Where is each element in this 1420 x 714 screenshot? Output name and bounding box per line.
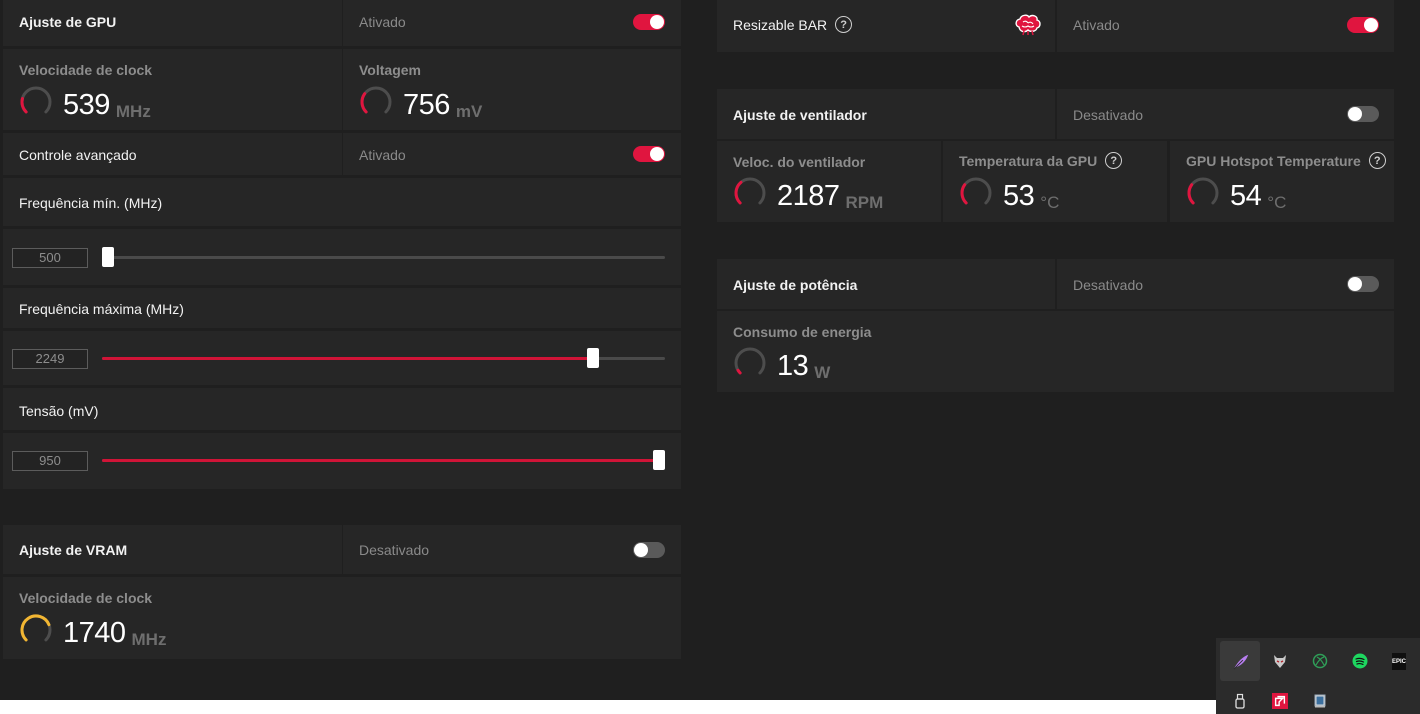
tray-item-feather[interactable] <box>1220 641 1260 681</box>
gpu-tuning-status: Ativado <box>359 14 406 30</box>
xbox-icon[interactable] <box>1312 653 1328 669</box>
vram-tuning-title: Ajuste de VRAM <box>19 542 128 558</box>
gpu-temp-value: 53 <box>1003 180 1035 212</box>
power-tuning-status: Desativado <box>1073 277 1144 293</box>
min-freq-label: Frequência mín. (MHz) <box>19 195 163 211</box>
power-tuning-title: Ajuste de potência <box>733 277 858 293</box>
hotspot-temp-value: 54 <box>1230 180 1262 212</box>
system-tray-overflow: EPIC <box>1216 638 1420 714</box>
fan-tuning-header: Ajuste de ventilador <box>717 89 1055 139</box>
max-freq-label: Frequência máxima (MHz) <box>19 301 184 317</box>
advanced-control-status: Ativado <box>359 147 406 163</box>
wolf-icon[interactable] <box>1272 653 1288 669</box>
power-tuning-toggle[interactable] <box>1347 276 1379 292</box>
vram-tuning-header: Ajuste de VRAM <box>3 525 342 574</box>
gpu-clock-label: Velocidade de clock <box>19 62 153 78</box>
min-freq-input[interactable]: 500 <box>12 248 88 268</box>
max-freq-label-row: Frequência máxima (MHz) <box>3 288 681 328</box>
max-freq-slider[interactable] <box>102 348 665 368</box>
gauge-icon <box>360 86 392 114</box>
gpu-temp-unit: °C <box>1040 193 1060 212</box>
power-consumption-card: Consumo de energia 13 W <box>717 311 1394 392</box>
min-freq-slider-thumb[interactable] <box>102 247 114 267</box>
resizable-bar-toggle[interactable] <box>1347 17 1379 33</box>
min-freq-label-row: Frequência mín. (MHz) <box>3 178 681 226</box>
max-freq-input[interactable]: 2249 <box>12 349 88 369</box>
gpu-tuning-title: Ajuste de GPU <box>19 14 117 30</box>
gpu-clock-unit: MHz <box>115 102 151 121</box>
resizable-bar-status-cell: Ativado <box>1057 0 1394 52</box>
gauge-icon <box>734 177 766 205</box>
fan-tuning-title: Ajuste de ventilador <box>733 107 867 123</box>
min-freq-slider[interactable] <box>102 247 665 267</box>
hotspot-temp-card: GPU Hotspot Temperature ? 54 °C <box>1170 141 1394 222</box>
epic-games-icon[interactable]: EPIC <box>1392 653 1406 670</box>
fan-tuning-status-cell: Desativado <box>1057 89 1394 139</box>
voltage-slider[interactable] <box>102 450 665 470</box>
help-icon[interactable]: ? <box>1368 152 1386 169</box>
power-consumption-label: Consumo de energia <box>733 324 872 340</box>
gpu-voltage-unit: mV <box>455 102 483 121</box>
resizable-bar-title: Resizable BAR <box>733 16 828 33</box>
amd-icon[interactable] <box>1272 693 1288 709</box>
gpu-tuning-status-cell: Ativado <box>343 0 681 46</box>
voltage-input[interactable]: 950 <box>12 451 88 471</box>
monitor-icon[interactable] <box>1312 693 1328 709</box>
advanced-control-toggle[interactable] <box>633 146 665 162</box>
gauge-icon <box>20 86 52 114</box>
fan-speed-unit: RPM <box>845 193 884 212</box>
gpu-voltage-value: 756 <box>403 89 450 121</box>
resizable-bar-header: Resizable BAR ? <box>717 0 1055 52</box>
epic-games-label: EPIC <box>1392 658 1407 665</box>
vram-clock-unit: MHz <box>131 630 167 649</box>
voltage-slider-thumb[interactable] <box>653 450 665 470</box>
vram-clock-value: 1740 <box>63 617 126 649</box>
voltage-label-row: Tensão (mV) <box>3 388 681 430</box>
vram-tuning-status: Desativado <box>359 542 430 558</box>
power-tuning-status-cell: Desativado <box>1057 259 1394 309</box>
advanced-control-title: Controle avançado <box>19 147 137 163</box>
fan-tuning-toggle[interactable] <box>1347 106 1379 122</box>
advanced-control-header: Controle avançado <box>3 133 342 175</box>
advanced-control-status-cell: Ativado <box>343 133 681 175</box>
gauge-icon <box>734 347 766 375</box>
fan-speed-card: Veloc. do ventilador 2187 RPM <box>717 141 941 222</box>
fan-speed-label: Veloc. do ventilador <box>733 154 866 170</box>
voltage-slider-label: Tensão (mV) <box>19 403 99 419</box>
gpu-temp-label: Temperatura da GPU <box>959 152 1098 169</box>
vram-tuning-status-cell: Desativado <box>343 525 681 574</box>
vram-tuning-toggle[interactable] <box>633 542 665 558</box>
max-freq-slider-row: 2249 <box>3 331 681 385</box>
fan-tuning-status: Desativado <box>1073 107 1144 123</box>
power-consumption-value: 13 <box>777 350 809 382</box>
gpu-voltage-label: Voltagem <box>359 62 421 78</box>
gpu-clock-card: Velocidade de clock 539 MHz <box>3 49 342 130</box>
brain-icon <box>1015 14 1041 36</box>
gpu-voltage-card: Voltagem 756 mV <box>343 49 681 130</box>
power-tuning-header: Ajuste de potência <box>717 259 1055 309</box>
taskbar-strip <box>0 700 1216 714</box>
gauge-icon <box>960 177 992 205</box>
help-icon[interactable]: ? <box>835 16 853 33</box>
resizable-bar-status: Ativado <box>1073 17 1120 33</box>
spotify-icon[interactable] <box>1352 653 1368 669</box>
gpu-clock-value: 539 <box>63 89 110 121</box>
hotspot-temp-unit: °C <box>1267 193 1287 212</box>
feather-icon <box>1233 654 1249 670</box>
gauge-icon <box>20 614 52 642</box>
power-consumption-unit: W <box>814 363 831 382</box>
usb-icon[interactable] <box>1232 693 1248 709</box>
vram-clock-card: Velocidade de clock 1740 MHz <box>3 577 681 659</box>
gpu-tuning-toggle[interactable] <box>633 14 665 30</box>
hotspot-temp-label: GPU Hotspot Temperature <box>1186 152 1361 169</box>
gpu-temp-card: Temperatura da GPU ? 53 °C <box>943 141 1167 222</box>
max-freq-slider-thumb[interactable] <box>587 348 599 368</box>
gpu-tuning-header: Ajuste de GPU <box>3 0 342 46</box>
fan-speed-value: 2187 <box>777 180 840 212</box>
voltage-slider-row: 950 <box>3 433 681 489</box>
vram-clock-label: Velocidade de clock <box>19 590 153 606</box>
min-freq-slider-row: 500 <box>3 229 681 285</box>
gauge-icon <box>1187 177 1219 205</box>
help-icon[interactable]: ? <box>1105 152 1123 169</box>
